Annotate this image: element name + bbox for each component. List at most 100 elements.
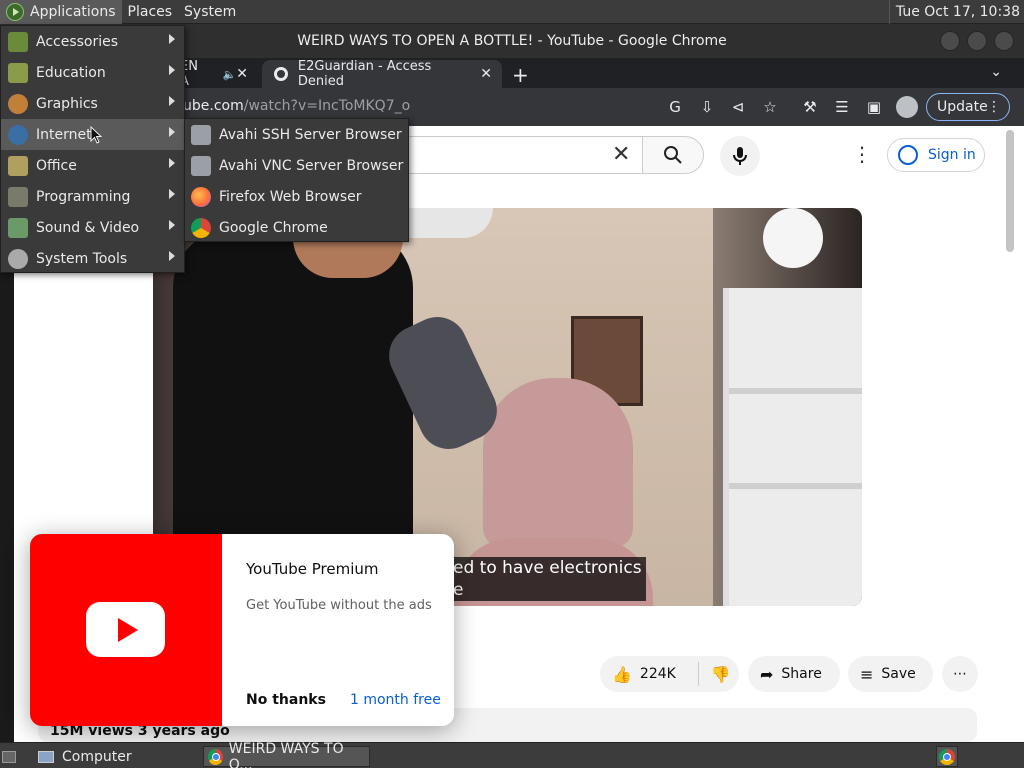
side-panel-icon[interactable]: ▣ xyxy=(865,98,883,116)
like-count[interactable]: 224K xyxy=(640,666,676,682)
top-panel: Applications Places System Tue Oct 17, 1… xyxy=(0,0,1024,24)
places-menu[interactable]: Places xyxy=(122,0,179,24)
microphone-icon xyxy=(733,147,747,165)
taskbar-computer-label: Computer xyxy=(62,748,132,765)
chevron-right-icon xyxy=(169,34,175,44)
chrome-icon xyxy=(191,217,211,238)
url-path: /watch?v=IncToMKQ7_o xyxy=(243,98,411,114)
page-scrollbar[interactable] xyxy=(1006,130,1014,252)
menu-item-system-tools[interactable]: System Tools xyxy=(1,243,184,274)
menu-item-avahi-vnc[interactable]: Avahi VNC Server Browser xyxy=(185,150,408,181)
chevron-right-icon xyxy=(169,220,175,230)
menu-item-office[interactable]: Office xyxy=(1,150,184,181)
google-lens-icon[interactable]: G xyxy=(666,98,684,116)
save-label: Save xyxy=(881,666,916,682)
extensions-puzzle-icon[interactable]: ⚒ xyxy=(801,98,819,116)
programming-icon xyxy=(8,186,28,207)
menu-item-accessories[interactable]: Accessories xyxy=(1,26,184,57)
menu-item-label: Programming xyxy=(36,188,131,205)
menu-item-firefox[interactable]: Firefox Web Browser xyxy=(185,181,408,212)
save-button[interactable]: ≡ Save xyxy=(848,656,933,692)
premium-subtitle: Get YouTube without the ads xyxy=(246,598,432,613)
system-menu-label: System xyxy=(184,3,237,20)
tab-close-icon[interactable]: ✕ xyxy=(480,66,492,82)
new-tab-icon[interactable]: + xyxy=(512,63,529,87)
taskbar-chrome-window[interactable]: WEIRD WAYS TO O... xyxy=(203,741,370,768)
speaker-icon[interactable]: 🔈 xyxy=(223,68,237,81)
premium-popup: YouTube Premium Get YouTube without the … xyxy=(30,534,454,726)
menu-item-label: Sound & Video xyxy=(36,219,140,236)
avahi-vnc-icon xyxy=(191,155,211,176)
tab-close-icon[interactable]: ✕ xyxy=(236,66,248,82)
media-control-icon[interactable]: ☰ xyxy=(833,98,851,116)
bookmark-star-icon[interactable]: ☆ xyxy=(761,98,779,116)
share-page-icon[interactable]: ⊲ xyxy=(729,98,747,116)
clear-search-icon[interactable]: ✕ xyxy=(612,142,630,167)
update-button[interactable]: Update ⋮ xyxy=(926,93,1010,121)
applications-dropdown: Accessories Education Graphics Internet … xyxy=(0,25,185,273)
menu-item-label: Firefox Web Browser xyxy=(219,188,362,205)
video-caption: ed to have electronics e xyxy=(449,557,646,601)
menu-item-sound-video[interactable]: Sound & Video xyxy=(1,212,184,243)
no-thanks-button[interactable]: No thanks xyxy=(246,692,326,708)
menu-item-label: System Tools xyxy=(36,250,128,267)
panel-clock[interactable]: Tue Oct 17, 10:38 xyxy=(888,0,1020,24)
more-horizontal-icon: ⋯ xyxy=(953,666,967,682)
playlist-add-icon: ≡ xyxy=(860,664,874,684)
menu-item-label: Graphics xyxy=(36,95,98,112)
menu-item-programming[interactable]: Programming xyxy=(1,181,184,212)
internet-submenu: Avahi SSH Server Browser Avahi VNC Serve… xyxy=(184,118,409,242)
minimize-button[interactable] xyxy=(940,31,960,51)
system-tools-icon xyxy=(8,248,28,269)
taskbar-computer[interactable]: Computer xyxy=(38,746,132,767)
menu-item-education[interactable]: Education xyxy=(1,57,184,88)
youtube-search-input[interactable] xyxy=(380,136,642,174)
like-dislike-group: 👍 224K 👎 xyxy=(600,656,739,692)
free-trial-button[interactable]: 1 month free xyxy=(350,692,441,708)
workspace-switcher[interactable] xyxy=(936,746,958,767)
bottom-taskbar: Computer WEIRD WAYS TO O... xyxy=(0,741,1024,768)
applications-icon xyxy=(6,2,24,21)
menu-item-google-chrome[interactable]: Google Chrome xyxy=(185,212,408,243)
tab-search-chevron-icon[interactable]: ⌄ xyxy=(990,64,1002,80)
chrome-icon xyxy=(208,748,223,765)
search-button[interactable] xyxy=(642,136,704,174)
install-app-icon[interactable]: ⇩ xyxy=(698,98,716,116)
show-desktop-button[interactable] xyxy=(2,746,16,767)
chrome-menu-icon[interactable]: ⋮ xyxy=(987,99,1001,115)
menu-item-label: Avahi VNC Server Browser xyxy=(219,157,404,174)
profile-avatar-icon[interactable] xyxy=(896,96,918,118)
applications-menu[interactable]: Applications xyxy=(0,0,122,24)
office-icon xyxy=(8,155,28,176)
tab-youtube[interactable]: EN A 🔈 ✕ xyxy=(180,59,258,89)
thumbs-down-icon[interactable]: 👎 xyxy=(711,665,731,684)
chrome-icon xyxy=(939,748,955,765)
menu-item-graphics[interactable]: Graphics xyxy=(1,88,184,119)
share-button[interactable]: ➦ Share xyxy=(748,656,840,692)
thumbs-up-icon[interactable]: 👍 xyxy=(612,665,632,684)
show-desktop-icon xyxy=(2,750,16,763)
more-actions-button[interactable]: ⋯ xyxy=(942,656,978,692)
address-bar[interactable]: ube.com/watch?v=IncToMKQ7_o xyxy=(183,98,410,114)
computer-icon xyxy=(38,750,54,763)
caption-line-1: ed to have electronics xyxy=(453,558,642,578)
accessories-icon xyxy=(8,31,28,52)
share-arrow-icon: ➦ xyxy=(760,664,774,684)
maximize-button[interactable] xyxy=(967,31,987,51)
update-button-label: Update xyxy=(937,99,988,115)
sign-in-button[interactable]: Sign in xyxy=(887,138,985,172)
menu-item-label: Accessories xyxy=(36,33,119,50)
sound-video-icon xyxy=(8,217,28,238)
tab-e2guardian[interactable]: E2Guardian - Access Denied ✕ xyxy=(262,59,502,89)
youtube-logo-icon xyxy=(86,602,165,657)
system-menu[interactable]: System xyxy=(178,0,242,24)
settings-kebab-icon[interactable]: ⋮ xyxy=(852,142,872,166)
menu-item-avahi-ssh[interactable]: Avahi SSH Server Browser xyxy=(185,119,408,150)
education-icon xyxy=(8,62,28,83)
menu-item-label: Avahi SSH Server Browser xyxy=(219,126,402,143)
close-window-button[interactable] xyxy=(994,31,1014,51)
voice-search-button[interactable] xyxy=(720,136,760,176)
internet-icon xyxy=(8,124,28,145)
video-lamp xyxy=(763,208,823,268)
premium-title: YouTube Premium xyxy=(246,560,379,578)
